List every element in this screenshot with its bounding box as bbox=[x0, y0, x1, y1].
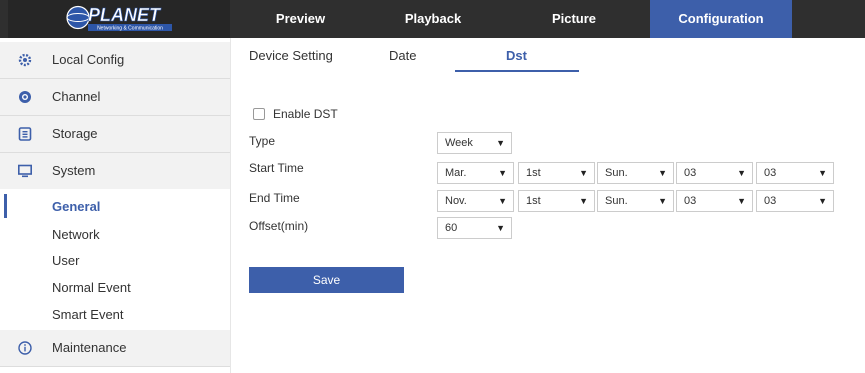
sidebar-item-label: Storage bbox=[52, 126, 98, 141]
chevron-down-icon: ▼ bbox=[818, 196, 827, 206]
select-value: 03 bbox=[684, 195, 697, 207]
end-hour-select[interactable]: 03 ▼ bbox=[676, 190, 753, 212]
chevron-down-icon: ▼ bbox=[498, 196, 507, 206]
select-value: Mar. bbox=[445, 167, 467, 179]
enable-dst-label: Enable DST bbox=[273, 107, 338, 121]
sidebar-subitem-general[interactable]: General bbox=[52, 199, 100, 214]
sidebar-subitem-normal-event[interactable]: Normal Event bbox=[52, 280, 131, 295]
nav-configuration[interactable]: Configuration bbox=[650, 0, 792, 38]
end-minute-select[interactable]: 03 ▼ bbox=[756, 190, 834, 212]
save-button[interactable]: Save bbox=[249, 267, 404, 293]
chevron-down-icon: ▼ bbox=[579, 168, 588, 178]
select-value: 03 bbox=[764, 167, 777, 179]
sidebar-subitem-user[interactable]: User bbox=[52, 253, 79, 268]
select-value: Nov. bbox=[445, 195, 467, 207]
storage-icon bbox=[18, 127, 32, 141]
chevron-down-icon: ▼ bbox=[818, 168, 827, 178]
chevron-down-icon: ▼ bbox=[737, 168, 746, 178]
select-value: 1st bbox=[526, 195, 541, 207]
nav-picture[interactable]: Picture bbox=[498, 0, 650, 38]
select-value: Sun. bbox=[605, 167, 628, 179]
tab-device-setting[interactable]: Device Setting bbox=[249, 48, 333, 63]
divider bbox=[0, 366, 230, 367]
logo: PLANET Networking & Communication bbox=[8, 0, 230, 38]
start-time-label: Start Time bbox=[249, 161, 304, 175]
offset-select-value: 60 bbox=[445, 222, 458, 234]
active-tab-underline bbox=[455, 70, 579, 72]
chevron-down-icon: ▼ bbox=[658, 196, 667, 206]
sidebar-subitem-network[interactable]: Network bbox=[52, 227, 100, 242]
monitor-icon bbox=[18, 164, 32, 178]
select-value: 03 bbox=[764, 195, 777, 207]
enable-dst-checkbox[interactable] bbox=[253, 108, 265, 120]
logo-tagline-text: Networking & Communication bbox=[97, 26, 163, 32]
sidebar-item-maintenance[interactable]: Maintenance bbox=[0, 330, 230, 366]
start-minute-select[interactable]: 03 ▼ bbox=[756, 162, 834, 184]
end-time-label: End Time bbox=[249, 191, 300, 205]
sidebar-item-local-config[interactable]: Local Config bbox=[0, 42, 230, 78]
sidebar-item-label: Local Config bbox=[52, 52, 125, 67]
chevron-down-icon: ▼ bbox=[737, 196, 746, 206]
start-day-select[interactable]: Sun. ▼ bbox=[597, 162, 674, 184]
sidebar-item-label: Maintenance bbox=[52, 340, 127, 355]
tab-date[interactable]: Date bbox=[389, 48, 416, 63]
info-icon bbox=[18, 341, 32, 355]
type-select-value: Week bbox=[445, 137, 473, 149]
end-day-select[interactable]: Sun. ▼ bbox=[597, 190, 674, 212]
nav-preview[interactable]: Preview bbox=[233, 0, 368, 38]
chevron-down-icon: ▼ bbox=[496, 138, 505, 148]
sidebar: Local Config Channel Storage System Gene… bbox=[0, 38, 231, 373]
type-label: Type bbox=[249, 134, 276, 148]
gear-icon bbox=[18, 53, 32, 67]
sidebar-item-label: Channel bbox=[52, 89, 101, 104]
start-month-select[interactable]: Mar. ▼ bbox=[437, 162, 514, 184]
sidebar-item-channel[interactable]: Channel bbox=[0, 79, 230, 115]
chevron-down-icon: ▼ bbox=[498, 168, 507, 178]
chevron-down-icon: ▼ bbox=[658, 168, 667, 178]
chevron-down-icon: ▼ bbox=[579, 196, 588, 206]
select-value: 03 bbox=[684, 167, 697, 179]
nav-playback[interactable]: Playback bbox=[368, 0, 498, 38]
select-value: Sun. bbox=[605, 195, 628, 207]
sidebar-subitem-smart-event[interactable]: Smart Event bbox=[52, 307, 124, 322]
type-select[interactable]: Week ▼ bbox=[437, 132, 512, 154]
camera-icon bbox=[19, 91, 31, 103]
start-week-select[interactable]: 1st ▼ bbox=[518, 162, 595, 184]
sidebar-item-system[interactable]: System bbox=[0, 153, 230, 189]
end-week-select[interactable]: 1st ▼ bbox=[518, 190, 595, 212]
select-value: 1st bbox=[526, 167, 541, 179]
sidebar-item-label: System bbox=[52, 163, 96, 178]
active-indicator bbox=[4, 194, 7, 218]
offset-select[interactable]: 60 ▼ bbox=[437, 217, 512, 239]
sidebar-item-storage[interactable]: Storage bbox=[0, 116, 230, 152]
offset-label: Offset(min) bbox=[249, 219, 309, 233]
planet-logo-icon: PLANET Networking & Communication bbox=[66, 5, 172, 32]
start-hour-select[interactable]: 03 ▼ bbox=[676, 162, 753, 184]
end-month-select[interactable]: Nov. ▼ bbox=[437, 190, 514, 212]
top-navigation-bar: PLANET Networking & Communication Previe… bbox=[0, 0, 865, 38]
chevron-down-icon: ▼ bbox=[496, 223, 505, 233]
tab-dst[interactable]: Dst bbox=[506, 48, 527, 63]
logo-brand-text: PLANET bbox=[88, 5, 162, 25]
